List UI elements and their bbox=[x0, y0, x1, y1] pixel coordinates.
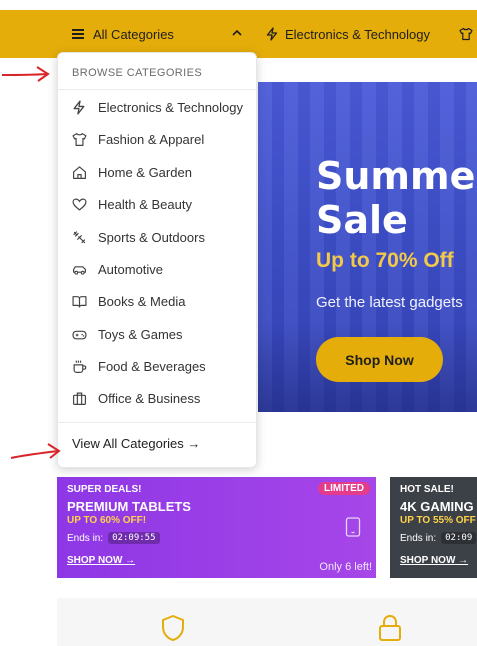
category-item-toys[interactable]: Toys & Games bbox=[72, 323, 183, 345]
deal-title: 4K GAMING bbox=[400, 499, 474, 514]
categories-dropdown: BROWSE CATEGORIES Electronics & Technolo… bbox=[57, 52, 257, 468]
category-item-automotive[interactable]: Automotive bbox=[72, 258, 163, 280]
hero-title-line2: Sale bbox=[316, 198, 408, 242]
hero-subtitle: Up to 70% Off bbox=[316, 249, 454, 272]
category-label: Health & Beauty bbox=[98, 196, 192, 212]
category-navbar: All Categories Electronics & Technology bbox=[0, 10, 477, 58]
menu-icon bbox=[72, 29, 84, 39]
shop-now-link[interactable]: SHOP NOW → bbox=[400, 555, 468, 566]
deal-discount: UP TO 60% OFF! bbox=[67, 515, 147, 526]
ends-in-label: Ends in: bbox=[400, 532, 437, 544]
deal-tag: SUPER DEALS! bbox=[67, 484, 142, 495]
category-label: Office & Business bbox=[98, 390, 201, 406]
countdown-timer: 02:09:55 bbox=[108, 532, 160, 544]
hero-title: Summer Sale bbox=[316, 154, 477, 242]
category-label: Home & Garden bbox=[98, 164, 192, 180]
annotation-arrow-icon bbox=[10, 443, 61, 459]
hero-banner: Summer Sale Up to 70% Off Get the latest… bbox=[258, 82, 477, 412]
gamepad-icon bbox=[72, 330, 87, 339]
deal-countdown: Ends in: 02:09:55 bbox=[67, 532, 160, 544]
hero-title-line1: Summer bbox=[316, 154, 477, 198]
category-label: Electronics & Technology bbox=[98, 99, 244, 115]
car-icon bbox=[73, 265, 86, 275]
home-icon bbox=[73, 165, 86, 179]
category-item-electronics[interactable]: Electronics & Technology bbox=[72, 96, 243, 118]
features-strip bbox=[57, 598, 477, 646]
limited-badge: LIMITED bbox=[318, 482, 370, 495]
chevron-up-icon bbox=[232, 29, 242, 36]
category-item-health[interactable]: Health & Beauty bbox=[72, 193, 192, 215]
ends-in-label: Ends in: bbox=[67, 532, 104, 544]
hero-description: Get the latest gadgets bbox=[316, 294, 463, 311]
nav-item-electronics[interactable]: Electronics & Technology bbox=[266, 10, 430, 58]
dropdown-heading: BROWSE CATEGORIES bbox=[72, 67, 203, 79]
category-item-food[interactable]: Food & Beverages bbox=[72, 355, 206, 377]
all-categories-label: All Categories bbox=[93, 26, 174, 42]
book-icon bbox=[72, 295, 87, 307]
category-label: Books & Media bbox=[98, 293, 186, 309]
briefcase-icon bbox=[73, 392, 86, 405]
category-label: Food & Beverages bbox=[98, 358, 206, 374]
lock-icon bbox=[379, 614, 401, 641]
category-label: Sports & Outdoors bbox=[98, 229, 205, 245]
countdown-timer: 02:09 bbox=[441, 532, 477, 544]
shirt-icon[interactable] bbox=[459, 27, 473, 41]
deal-card-gaming[interactable]: HOT SALE! 4K GAMING UP TO 55% OFF Ends i… bbox=[390, 477, 477, 578]
stock-remaining: Only 6 left! bbox=[319, 561, 372, 573]
shirt-icon bbox=[72, 132, 87, 146]
shop-now-link[interactable]: SHOP NOW → bbox=[67, 555, 135, 566]
category-label: Automotive bbox=[98, 261, 164, 277]
lightning-icon bbox=[73, 99, 85, 115]
category-label: Fashion & Apparel bbox=[98, 131, 205, 147]
category-item-home[interactable]: Home & Garden bbox=[72, 161, 192, 183]
category-item-office[interactable]: Office & Business bbox=[72, 387, 200, 409]
deal-title: PREMIUM TABLETS bbox=[67, 499, 191, 514]
lightning-icon bbox=[266, 27, 278, 41]
heart-icon bbox=[72, 198, 87, 211]
deal-card-tablets[interactable]: SUPER DEALS! PREMIUM TABLETS UP TO 60% O… bbox=[57, 477, 376, 578]
category-item-fashion[interactable]: Fashion & Apparel bbox=[72, 128, 204, 150]
deal-discount: UP TO 55% OFF bbox=[400, 515, 476, 526]
category-item-books[interactable]: Books & Media bbox=[72, 290, 185, 312]
coffee-icon bbox=[73, 360, 87, 373]
divider bbox=[58, 89, 256, 90]
tablet-icon bbox=[345, 517, 361, 537]
deal-tag: HOT SALE! bbox=[400, 484, 454, 495]
shop-now-button[interactable]: Shop Now bbox=[316, 337, 443, 382]
divider bbox=[58, 422, 256, 423]
deal-countdown: Ends in: 02:09 bbox=[400, 532, 477, 544]
shield-icon bbox=[162, 615, 184, 641]
category-item-sports[interactable]: Sports & Outdoors bbox=[72, 226, 205, 248]
all-categories-toggle[interactable]: All Categories bbox=[72, 10, 242, 58]
annotation-arrow-icon bbox=[1, 66, 50, 82]
view-all-categories-link[interactable]: View All Categories → bbox=[72, 436, 200, 451]
category-label: Toys & Games bbox=[98, 326, 183, 342]
sports-icon bbox=[73, 230, 86, 243]
nav-item-label: Electronics & Technology bbox=[285, 26, 431, 42]
